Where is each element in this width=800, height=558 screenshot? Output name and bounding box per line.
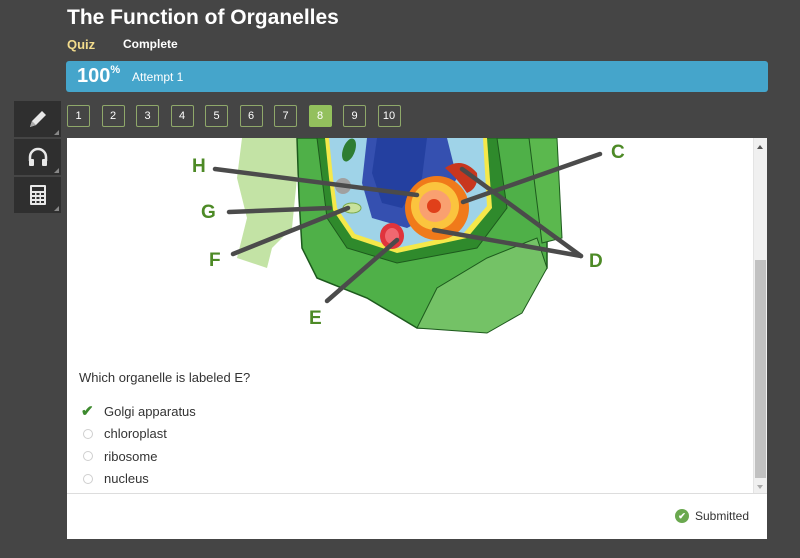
answer-option[interactable]: ✔ Golgi apparatus [81, 400, 196, 423]
activity-type: Quiz [67, 37, 96, 52]
attempt-label: Attempt 1 [132, 70, 184, 84]
question-5-button[interactable]: 5 [205, 105, 228, 127]
radio-button[interactable] [83, 428, 93, 439]
pencil-tool-button[interactable] [14, 101, 61, 137]
submitted-label: Submitted [694, 509, 749, 523]
calculator-icon [29, 185, 46, 205]
audio-tool-button[interactable] [14, 139, 61, 175]
checkmark-icon: ✔ [81, 403, 94, 421]
tool-sidebar [14, 101, 61, 215]
diagram-label-f: F [209, 250, 221, 271]
answer-option-label: chloroplast [104, 426, 167, 442]
pencil-icon [29, 111, 46, 127]
activity-status: Complete [123, 37, 178, 51]
question-6-button[interactable]: 6 [239, 105, 263, 127]
diagram-label-d: D [589, 251, 603, 272]
diagram-label-e: E [309, 308, 322, 329]
submitted-status: ✔ Submitted [674, 509, 749, 523]
radio-button[interactable] [83, 473, 93, 484]
scroll-down-arrow-icon[interactable] [757, 485, 763, 489]
question-8-button[interactable]: 8 [308, 105, 332, 127]
answer-option-label: nucleus [104, 471, 149, 487]
question-text: Which organelle is labeled E? [79, 370, 251, 385]
diagram-label-h: H [192, 156, 206, 177]
check-circle-icon: ✔ [674, 509, 689, 523]
question-7-button[interactable]: 7 [274, 105, 297, 127]
score-value: 100 [77, 65, 111, 87]
scrollbar-thumb[interactable] [755, 260, 766, 478]
answer-option[interactable]: ribosome [81, 445, 196, 468]
footer: ✔ Submitted [67, 493, 767, 539]
radio-button[interactable] [83, 451, 93, 462]
question-4-button[interactable]: 4 [170, 105, 194, 127]
answer-option-label: Golgi apparatus [104, 403, 196, 419]
question-1-button[interactable]: 1 [67, 105, 90, 127]
question-navigation: 1 2 3 4 5 6 7 8 9 10 [67, 105, 412, 127]
score: 100% [77, 64, 121, 88]
question-3-button[interactable]: 3 [136, 105, 159, 127]
question-9-button[interactable]: 9 [343, 105, 366, 127]
question-panel: H G F E C D Which organelle is labeled E… [67, 138, 767, 539]
score-unit: % [110, 64, 121, 76]
answer-option[interactable]: chloroplast [81, 423, 196, 446]
headphones-icon [28, 147, 47, 166]
answer-option-label: ribosome [104, 448, 158, 464]
page-title: The Function of Organelles [67, 6, 339, 29]
answer-options: ✔ Golgi apparatus chloroplast ribosome nucle… [81, 400, 196, 490]
plant-cell-diagram: H G F E C D [192, 138, 625, 334]
calculator-tool-button[interactable] [14, 177, 61, 213]
scroll-up-arrow-icon[interactable] [757, 145, 763, 149]
question-2-button[interactable]: 2 [101, 105, 125, 127]
vertical-scrollbar[interactable] [753, 138, 767, 493]
score-bar: 100% Attempt 1 [66, 61, 768, 92]
question-10-button[interactable]: 10 [377, 105, 401, 127]
diagram-label-c: C [611, 142, 625, 163]
answer-option[interactable]: nucleus [81, 468, 196, 491]
diagram-label-g: G [201, 202, 216, 223]
